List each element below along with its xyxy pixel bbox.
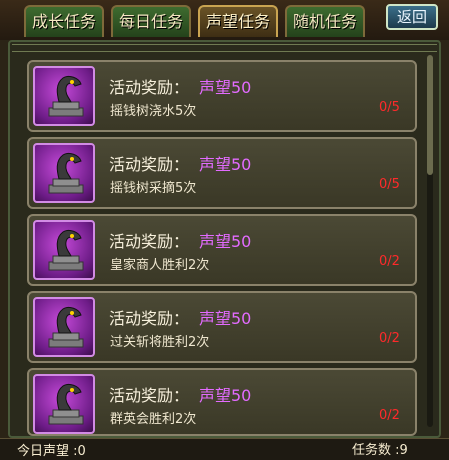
- reward-label: 活动奖励：: [109, 155, 190, 174]
- scrollbar-thumb[interactable]: [427, 55, 433, 175]
- task-name: 摇钱树采摘5次: [110, 181, 197, 196]
- tab-growth[interactable]: 成长任务: [24, 5, 104, 37]
- task-progress: 0/2: [379, 254, 400, 269]
- dragon-statue-icon: [33, 66, 95, 126]
- task-card[interactable]: 活动奖励： 声望50 摇钱树浇水5次 0/5: [27, 60, 417, 132]
- dragon-statue-icon: [33, 297, 95, 357]
- task-card[interactable]: 活动奖励： 声望50 群英会胜利2次 0/2: [27, 368, 417, 436]
- reward-value: 声望50: [199, 155, 252, 174]
- task-progress: 0/5: [379, 100, 400, 115]
- task-card[interactable]: 活动奖励： 声望50 皇家商人胜利2次 0/2: [27, 214, 417, 286]
- reward-value: 声望50: [199, 232, 252, 251]
- task-name: 摇钱树浇水5次: [110, 104, 197, 119]
- task-count: 任务数 :9: [352, 443, 408, 458]
- today-reputation: 今日声望 :0: [17, 444, 86, 459]
- task-name: 群英会胜利2次: [110, 412, 197, 427]
- task-progress: 0/2: [379, 408, 400, 423]
- task-name: 过关斩将胜利2次: [110, 335, 210, 350]
- task-card[interactable]: 活动奖励： 声望50 过关斩将胜利2次 0/2: [27, 291, 417, 363]
- reward-value: 声望50: [199, 386, 252, 405]
- tab-reputation[interactable]: 声望任务: [198, 5, 278, 37]
- task-name: 皇家商人胜利2次: [110, 258, 210, 273]
- tab-daily[interactable]: 每日任务: [111, 5, 191, 37]
- task-progress: 0/2: [379, 331, 400, 346]
- task-card[interactable]: 活动奖励： 声望50 摇钱树采摘5次 0/5: [27, 137, 417, 209]
- reward-label: 活动奖励：: [109, 78, 190, 97]
- back-button[interactable]: 返回: [386, 4, 438, 30]
- dragon-statue-icon: [33, 374, 95, 434]
- task-progress: 0/5: [379, 177, 400, 192]
- dragon-statue-icon: [33, 143, 95, 203]
- dragon-statue-icon: [33, 220, 95, 280]
- tab-random[interactable]: 随机任务: [285, 5, 365, 37]
- reward-label: 活动奖励：: [109, 309, 190, 328]
- reward-value: 声望50: [199, 78, 252, 97]
- reward-label: 活动奖励：: [109, 386, 190, 405]
- reward-label: 活动奖励：: [109, 232, 190, 251]
- panel-divider: [12, 44, 437, 52]
- reward-value: 声望50: [199, 309, 252, 328]
